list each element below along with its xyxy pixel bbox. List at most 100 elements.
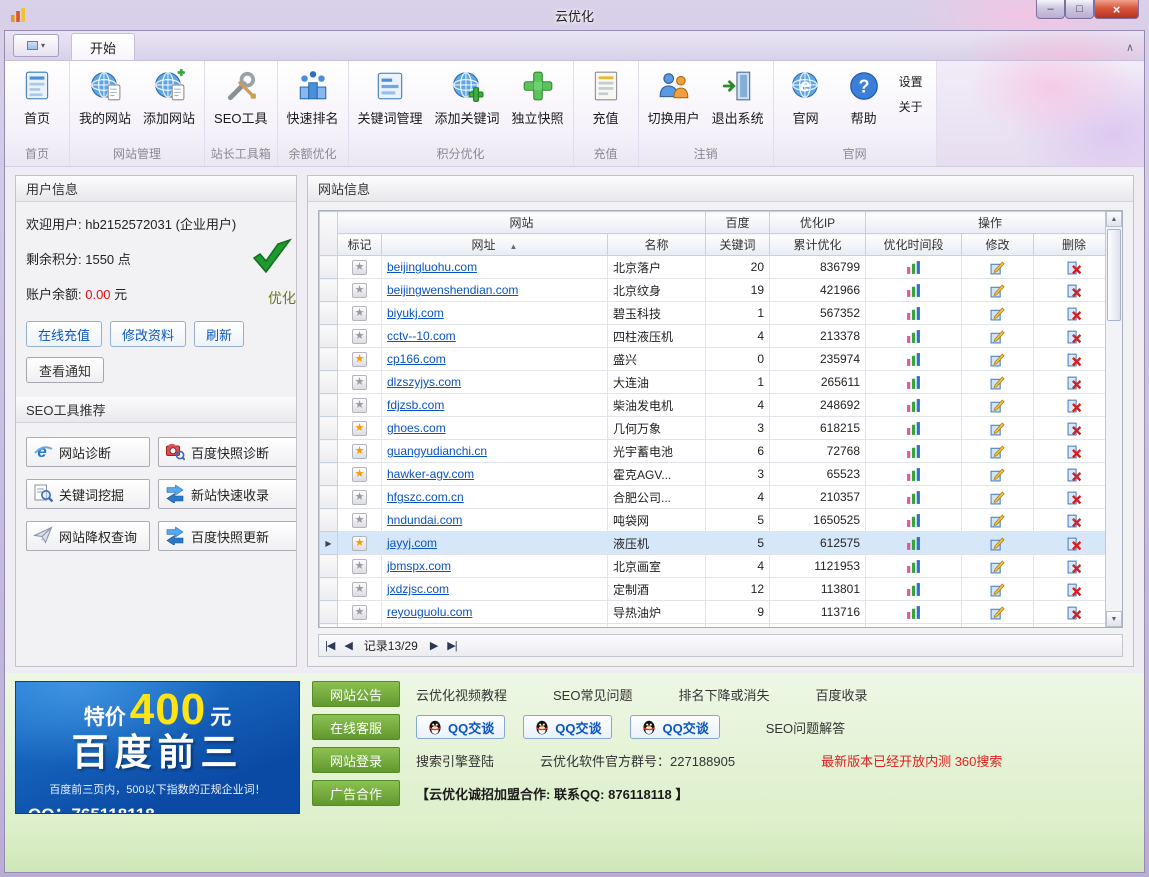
edit-icon[interactable] xyxy=(990,259,1005,273)
minimize-button[interactable]: – xyxy=(1036,0,1065,19)
delete-icon[interactable] xyxy=(1067,420,1082,434)
delete-icon[interactable] xyxy=(1067,604,1082,618)
edit-icon[interactable] xyxy=(990,466,1005,480)
bottom-link[interactable]: 搜索引擎登陆 xyxy=(416,751,494,770)
tab-start[interactable]: 开始 xyxy=(71,33,135,60)
table-row[interactable]: ▶★jayyj.com液压机5612575 xyxy=(320,532,1106,555)
bottom-link[interactable]: 云优化软件官方群号：227188905 xyxy=(540,751,735,770)
star-icon[interactable]: ★ xyxy=(352,513,367,528)
toolbar-button-rank[interactable]: 快速排名 xyxy=(281,64,345,144)
chart-icon[interactable] xyxy=(906,351,921,365)
edit-icon[interactable] xyxy=(990,305,1005,319)
bottom-link[interactable]: 百度收录 xyxy=(816,685,868,704)
seo-tool-button[interactable]: 关键词挖掘 xyxy=(26,479,150,509)
col-header-mark[interactable]: 标记 xyxy=(338,234,382,256)
seo-tool-button[interactable]: e网站诊断 xyxy=(26,437,150,467)
user-button-0[interactable]: 在线充值 xyxy=(26,321,102,347)
star-icon[interactable]: ★ xyxy=(352,421,367,436)
bottom-link[interactable]: 云优化视频教程 xyxy=(416,685,507,704)
pagination-last-button[interactable]: ▶| xyxy=(447,639,456,652)
delete-icon[interactable] xyxy=(1067,512,1082,526)
edit-icon[interactable] xyxy=(990,443,1005,457)
chart-icon[interactable] xyxy=(906,581,921,595)
star-icon[interactable]: ★ xyxy=(352,467,367,482)
star-icon[interactable]: ★ xyxy=(352,536,367,551)
table-row[interactable]: ★dlzszyjys.com大连油1265611 xyxy=(320,371,1106,394)
bottom-link[interactable]: SEO问题解答 xyxy=(766,718,845,737)
chart-icon[interactable] xyxy=(906,535,921,549)
delete-icon[interactable] xyxy=(1067,535,1082,549)
edit-icon[interactable] xyxy=(990,535,1005,549)
toolbar-button-website[interactable]: e官网 xyxy=(777,64,835,144)
delete-icon[interactable] xyxy=(1067,397,1082,411)
table-row[interactable]: ★reyouguolu.com导热油炉9113716 xyxy=(320,601,1106,624)
site-url-link[interactable]: fdjzsb.com xyxy=(387,398,444,412)
chart-icon[interactable] xyxy=(906,512,921,526)
scroll-up-icon[interactable]: ▲ xyxy=(1106,211,1122,227)
toolbar-button-recharge[interactable]: 充值 xyxy=(577,64,635,144)
col-header-edit[interactable]: 修改 xyxy=(962,234,1034,256)
delete-icon[interactable] xyxy=(1067,489,1082,503)
site-url-link[interactable]: beijingwenshendian.com xyxy=(387,283,518,297)
close-button[interactable]: × xyxy=(1094,0,1139,19)
delete-icon[interactable] xyxy=(1067,351,1082,365)
bottom-link[interactable]: 排名下降或消失 xyxy=(678,685,769,704)
table-scrollbar[interactable]: ▲ ▼ xyxy=(1105,211,1122,627)
site-url-link[interactable]: guangyudianchi.cn xyxy=(387,444,487,458)
scrollbar-track[interactable] xyxy=(1106,227,1122,611)
chart-icon[interactable] xyxy=(906,259,921,273)
toolbar-button-addsite[interactable]: 添加网站 xyxy=(137,64,201,144)
star-icon[interactable]: ★ xyxy=(352,260,367,275)
toolbar-button-mysite[interactable]: 我的网站 xyxy=(73,64,137,144)
edit-icon[interactable] xyxy=(990,558,1005,572)
edit-icon[interactable] xyxy=(990,374,1005,388)
header-group-ip[interactable]: 优化IP xyxy=(770,212,866,234)
col-header-delete[interactable]: 删除 xyxy=(1034,234,1105,256)
star-icon[interactable]: ★ xyxy=(352,329,367,344)
table-row[interactable]: ★hawker-agv.com霍克AGV...365523 xyxy=(320,463,1106,486)
table-row[interactable]: ★jxdzjsc.com定制酒12113801 xyxy=(320,578,1106,601)
maximize-button[interactable]: □ xyxy=(1065,0,1094,19)
delete-icon[interactable] xyxy=(1067,558,1082,572)
table-row[interactable]: ★fdjzsb.com柴油发电机4248692 xyxy=(320,394,1106,417)
bottom-link[interactable]: SEO常见问题 xyxy=(553,685,632,704)
qq-chat-button[interactable]: QQ交谈 xyxy=(523,715,612,739)
table-row[interactable]: ★cctv--10.com四柱液压机4213378 xyxy=(320,325,1106,348)
table-row[interactable]: ★ xyxy=(320,624,1106,628)
edit-icon[interactable] xyxy=(990,351,1005,365)
chart-icon[interactable] xyxy=(906,558,921,572)
ad-banner[interactable]: 特价400元 百度前三 百度前三页内，500以下指数的正规企业词！ QQ：765… xyxy=(15,681,300,814)
site-url-link[interactable]: ghoes.com xyxy=(387,421,446,435)
col-header-keywords[interactable]: 关键词 xyxy=(706,234,770,256)
user-button-1[interactable]: 修改资料 xyxy=(110,321,186,347)
site-url-link[interactable]: hndundai.com xyxy=(387,513,462,527)
toolbar-button-snapshot[interactable]: 独立快照 xyxy=(506,64,570,144)
col-header-name[interactable]: 名称 xyxy=(608,234,706,256)
chart-icon[interactable] xyxy=(906,489,921,503)
toolbar-button-keywords[interactable]: 关键词管理 xyxy=(352,64,429,144)
table-row[interactable]: ★guangyudianchi.cn光宇蓄电池672768 xyxy=(320,440,1106,463)
col-header-url[interactable]: 网址▲ xyxy=(382,234,608,256)
edit-icon[interactable] xyxy=(990,489,1005,503)
titlebar[interactable]: 云优化 – □ × xyxy=(4,0,1145,30)
toolbar-button-tools[interactable]: SEO工具 xyxy=(208,64,273,144)
header-group-site[interactable]: 网站 xyxy=(338,212,706,234)
delete-icon[interactable] xyxy=(1067,581,1082,595)
chart-icon[interactable] xyxy=(906,397,921,411)
app-menu-button[interactable]: ▾ xyxy=(13,34,59,57)
chart-icon[interactable] xyxy=(906,282,921,296)
user-button-2[interactable]: 刷新 xyxy=(194,321,244,347)
star-icon[interactable]: ★ xyxy=(352,605,367,620)
site-url-link[interactable]: jbmspx.com xyxy=(387,559,451,573)
scroll-down-icon[interactable]: ▼ xyxy=(1106,611,1122,627)
table-row[interactable]: ★jbmspx.com北京画室41121953 xyxy=(320,555,1106,578)
toolbar-button-home[interactable]: 首页 xyxy=(8,64,66,144)
delete-icon[interactable] xyxy=(1067,259,1082,273)
qq-chat-button[interactable]: QQ交谈 xyxy=(416,715,505,739)
star-icon[interactable]: ★ xyxy=(352,398,367,413)
site-url-link[interactable]: reyouguolu.com xyxy=(387,605,472,619)
edit-icon[interactable] xyxy=(990,604,1005,618)
star-icon[interactable]: ★ xyxy=(352,375,367,390)
table-row[interactable]: ★cp166.com盛兴0235974 xyxy=(320,348,1106,371)
delete-icon[interactable] xyxy=(1067,305,1082,319)
